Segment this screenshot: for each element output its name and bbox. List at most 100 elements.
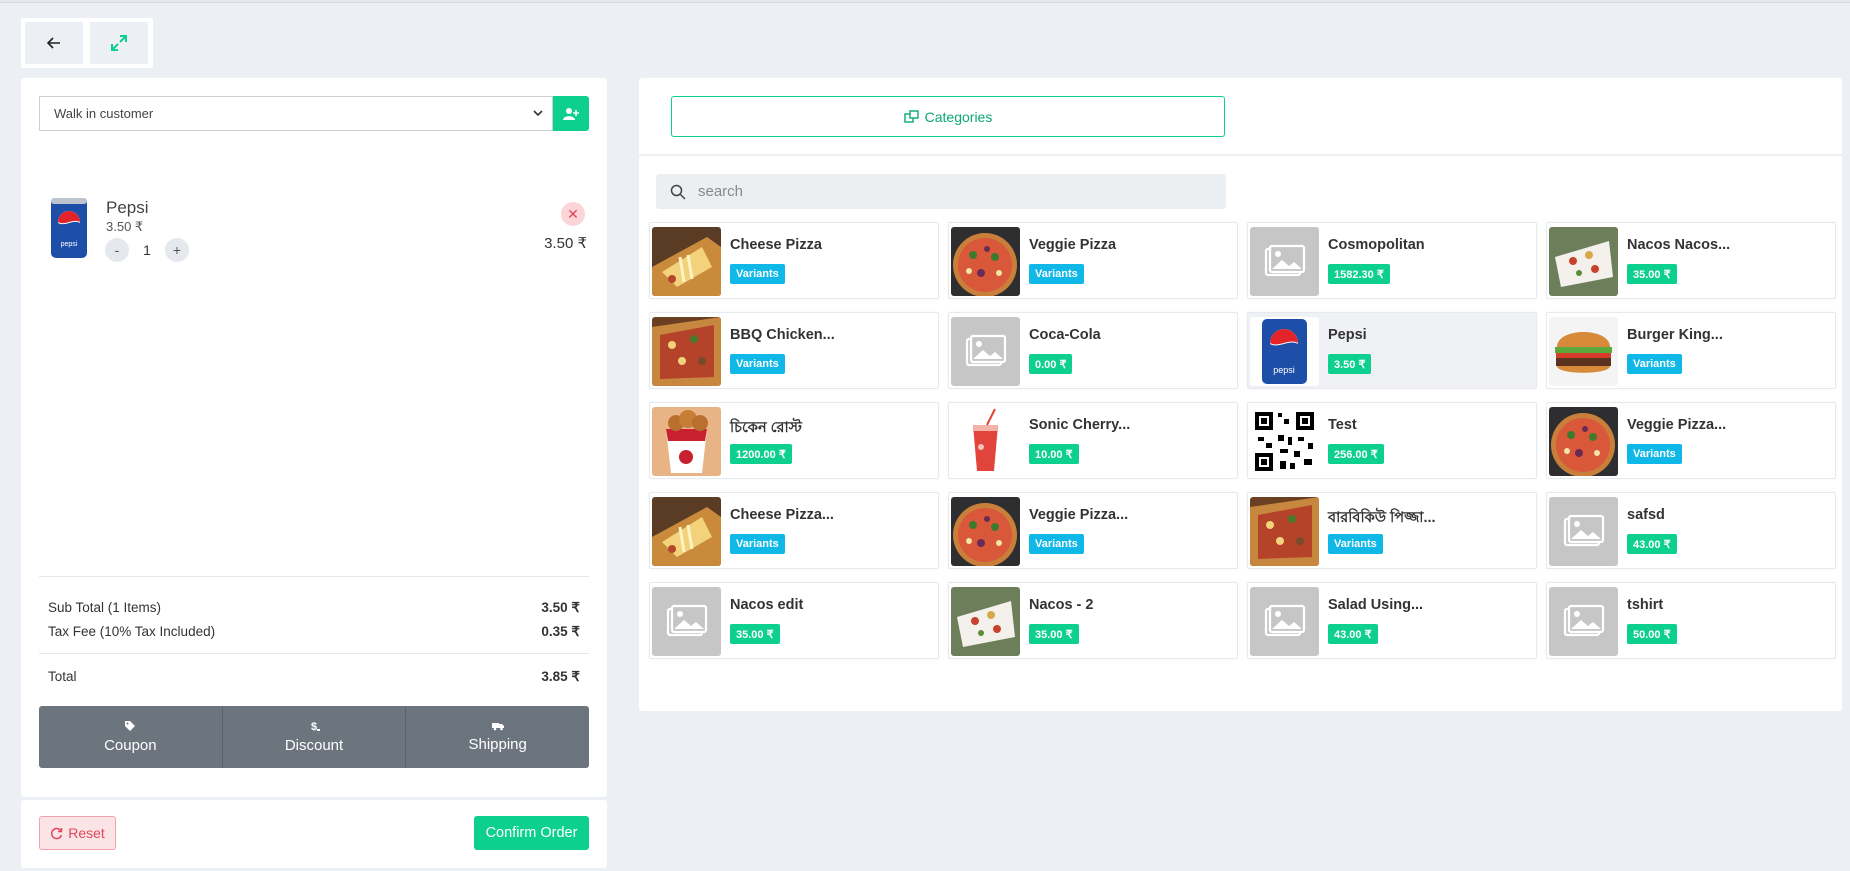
shipping-button[interactable]: Shipping (406, 706, 589, 768)
price-badge: 43.00 ₹ (1627, 534, 1677, 554)
product-card[interactable]: Sonic Cherry... 10.00 ₹ (948, 402, 1238, 479)
product-card[interactable]: tshirt 50.00 ₹ (1546, 582, 1836, 659)
subtotal-label: Sub Total (1 Items) (48, 600, 162, 615)
svg-text:pepsi: pepsi (1273, 365, 1295, 375)
cart-panel: Walk in customer pepsi Pepsi 3.50 ₹ - 1 … (21, 78, 607, 797)
image-placeholder-icon (1250, 587, 1319, 656)
product-image (1250, 407, 1319, 476)
coupon-label: Coupon (104, 737, 157, 754)
variants-badge: Variants (730, 264, 785, 284)
product-image (1549, 227, 1618, 296)
product-name: Salad Using... (1328, 597, 1424, 613)
product-name: tshirt (1627, 597, 1664, 613)
product-name: Nacos edit (730, 597, 804, 613)
image-placeholder-icon (1549, 497, 1618, 566)
customer-select[interactable]: Walk in customer (39, 96, 553, 131)
product-name: Test (1328, 417, 1357, 433)
product-catalog: Categories Cheese PizzaVariantsVeggie Pi… (639, 78, 1842, 711)
variants-badge: Variants (1328, 534, 1383, 554)
product-image (951, 407, 1020, 476)
coupon-button[interactable]: Coupon (39, 706, 223, 768)
product-card[interactable]: Veggie Pizza Variants (948, 222, 1238, 299)
product-image (951, 497, 1020, 566)
product-card[interactable]: Nacos - 2 35.00 ₹ (948, 582, 1238, 659)
product-image (652, 227, 721, 296)
catalog-divider (639, 154, 1842, 156)
product-image (1549, 317, 1618, 386)
product-card[interactable]: pepsi Pepsi 3.50 ₹ (1247, 312, 1537, 389)
search-input[interactable] (698, 183, 1198, 200)
product-name: Cosmopolitan (1328, 237, 1425, 253)
variants-badge: Variants (1029, 264, 1084, 284)
product-image: pepsi (1250, 317, 1319, 386)
decrease-quantity-button[interactable]: - (105, 238, 129, 262)
product-card[interactable]: Cheese Pizza Variants (649, 222, 939, 299)
image-placeholder-icon (1549, 587, 1618, 656)
product-card[interactable]: safsd 43.00 ₹ (1546, 492, 1836, 569)
product-grid: Cheese Pizza Variants Veggie Pizza Variants… (649, 222, 1839, 659)
product-card[interactable]: Coca-Cola 0.00 ₹ (948, 312, 1238, 389)
total-divider (39, 653, 589, 654)
subtotal-value: 3.50 ₹ (541, 600, 580, 615)
product-image (1250, 497, 1319, 566)
product-card[interactable]: Salad Using... 43.00 ₹ (1247, 582, 1537, 659)
total-row: Total 3.85 ₹ (48, 669, 580, 685)
product-card[interactable]: বারবিকিউ পিজ্জা... Variants (1247, 492, 1537, 569)
fullscreen-button[interactable] (90, 22, 148, 64)
product-card[interactable]: Nacos Nacos... 35.00 ₹ (1546, 222, 1836, 299)
product-name: Nacos Nacos... (1627, 237, 1731, 253)
add-customer-button[interactable] (553, 96, 589, 131)
back-button[interactable] (25, 22, 83, 64)
discount-button[interactable]: $ Discount (223, 706, 407, 768)
dollar-icon: $ (311, 721, 320, 732)
product-image (652, 317, 721, 386)
product-name: Burger King... (1627, 327, 1723, 343)
pepsi-can-image: pepsi (49, 196, 89, 260)
product-name: Veggie Pizza... (1029, 507, 1129, 523)
product-card[interactable]: Cosmopolitan 1582.30 ₹ (1247, 222, 1537, 299)
variants-badge: Variants (1627, 444, 1682, 464)
order-actions: Coupon $ Discount Shipping (39, 706, 589, 768)
subtotal-row: Sub Total (1 Items) 3.50 ₹ (48, 600, 580, 616)
categories-label: Categories (924, 108, 993, 125)
product-card[interactable]: Test 256.00 ₹ (1247, 402, 1537, 479)
chevron-down-icon (533, 110, 543, 117)
reset-button[interactable]: Reset (39, 816, 116, 850)
image-placeholder-icon (652, 587, 721, 656)
product-card[interactable]: Veggie Pizza... Variants (1546, 402, 1836, 479)
product-card[interactable]: Veggie Pizza... Variants (948, 492, 1238, 569)
tag-icon (125, 721, 136, 731)
product-search (656, 174, 1226, 209)
confirm-order-button[interactable]: Confirm Order (474, 816, 589, 850)
quantity-stepper: - 1 + (105, 238, 189, 262)
cart-item-name: Pepsi (106, 198, 149, 217)
price-badge: 10.00 ₹ (1029, 444, 1079, 464)
cart-item-price: 3.50 ₹ (106, 219, 144, 234)
product-card[interactable]: চিকেন রোস্ট 1200.00 ₹ (649, 402, 939, 479)
cart-item-total: 3.50 ₹ (544, 235, 587, 252)
tax-value: 0.35 ₹ (541, 624, 580, 639)
product-card[interactable]: Burger King... Variants (1546, 312, 1836, 389)
remove-item-button[interactable]: ✕ (561, 202, 585, 226)
product-name: safsd (1627, 507, 1665, 523)
price-badge: 1582.30 ₹ (1328, 264, 1390, 284)
quantity-value: 1 (143, 242, 151, 258)
total-label: Total (48, 669, 77, 684)
price-badge: 35.00 ₹ (1627, 264, 1677, 284)
truck-icon (491, 723, 504, 731)
categories-icon (903, 110, 919, 123)
increase-quantity-button[interactable]: + (165, 238, 189, 262)
price-badge: 3.50 ₹ (1328, 354, 1372, 374)
categories-button[interactable]: Categories (671, 96, 1225, 137)
arrow-left-icon (47, 37, 60, 49)
cart-item: pepsi Pepsi 3.50 ₹ - 1 + ✕ 3.50 ₹ (39, 186, 589, 276)
price-badge: 0.00 ₹ (1029, 354, 1073, 374)
price-badge: 1200.00 ₹ (730, 444, 792, 464)
variants-badge: Variants (1029, 534, 1084, 554)
product-image (951, 227, 1020, 296)
product-card[interactable]: BBQ Chicken... Variants (649, 312, 939, 389)
product-card[interactable]: Nacos edit 35.00 ₹ (649, 582, 939, 659)
search-icon (670, 184, 686, 200)
top-toolbar (21, 18, 153, 68)
product-card[interactable]: Cheese Pizza... Variants (649, 492, 939, 569)
